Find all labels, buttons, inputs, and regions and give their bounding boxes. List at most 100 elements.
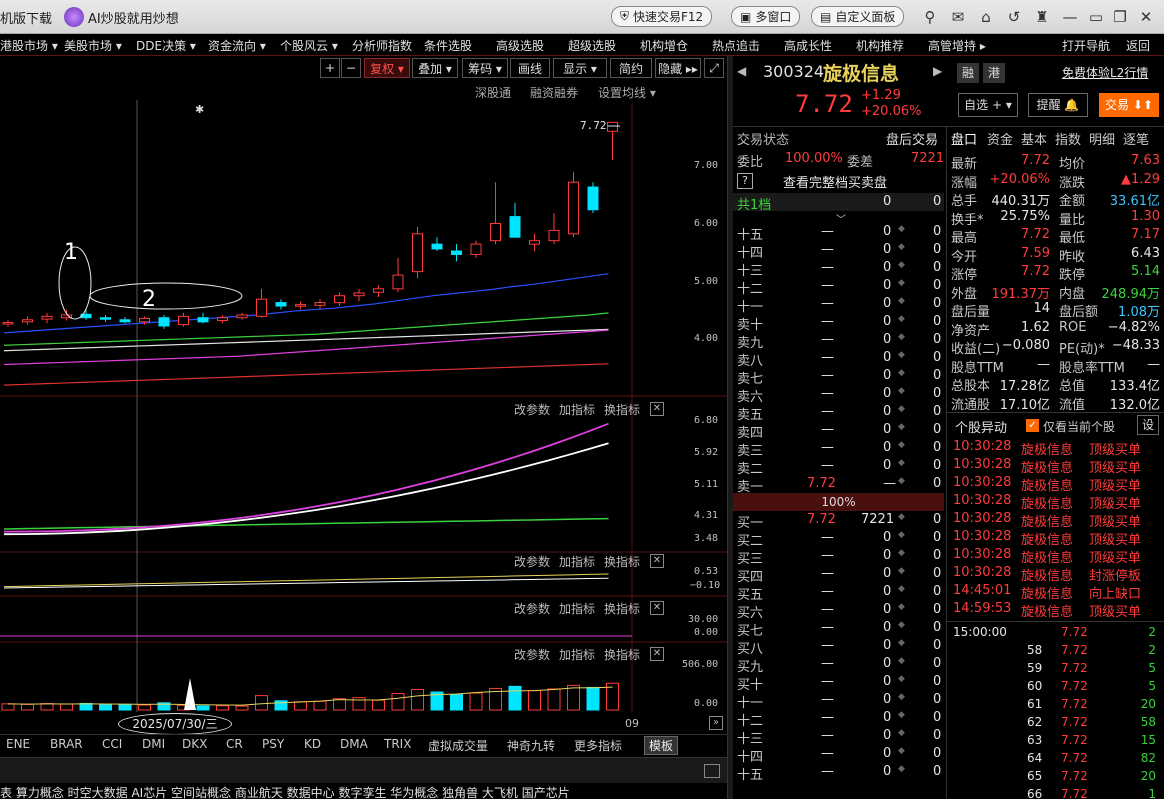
- refresh-icon[interactable]: ↺: [1004, 7, 1024, 27]
- chips-dropdown[interactable]: 筹码 ▾: [462, 58, 508, 78]
- menu-item[interactable]: 美股市场 ▾: [64, 37, 122, 54]
- order-level-row[interactable]: 买七 —0 0 ◆: [733, 619, 944, 639]
- event-row[interactable]: 10:30:28 旋极信息 封涨停板: [949, 565, 1160, 584]
- order-level-row[interactable]: 卖八 —0 0 ◆: [733, 349, 944, 369]
- tab-virtual-volume[interactable]: 虚拟成交量: [428, 737, 488, 754]
- order-level-row[interactable]: 买九 —0 0 ◆: [733, 655, 944, 675]
- help-icon[interactable]: ?: [737, 173, 753, 189]
- order-level-row[interactable]: 卖五 —0 0 ◆: [733, 403, 944, 423]
- fuquan-dropdown[interactable]: 复权 ▾: [364, 58, 410, 78]
- event-row[interactable]: 10:30:28 旋极信息 顶级买单: [949, 547, 1160, 566]
- quick-trade-button[interactable]: ⛨ 快速交易F12: [611, 6, 713, 27]
- tab-ene[interactable]: ENE: [6, 737, 30, 751]
- order-level-row[interactable]: 十四 —0 0 ◆: [733, 241, 944, 261]
- order-level-row[interactable]: 十五 —0 0 ◆: [733, 763, 944, 783]
- l2-link[interactable]: 免费体验L2行情: [1062, 64, 1148, 81]
- close-indicator-icon[interactable]: ✕: [650, 647, 664, 661]
- remind-button[interactable]: 提醒 🔔: [1028, 93, 1088, 117]
- draw-line-button[interactable]: 画线: [510, 58, 550, 78]
- minimize-icon[interactable]: —: [1060, 7, 1080, 27]
- menu-item[interactable]: 条件选股: [424, 37, 472, 54]
- open-nav-link[interactable]: 打开导航: [1062, 37, 1110, 54]
- simple-button[interactable]: 简约: [610, 58, 652, 78]
- zoom-out-button[interactable]: −: [341, 58, 361, 78]
- tab-trix[interactable]: TRIX: [384, 737, 411, 751]
- tab-tick[interactable]: 逐笔: [1123, 129, 1149, 148]
- back-link[interactable]: 返回: [1126, 37, 1150, 54]
- event-row[interactable]: 14:59:53 旋极信息 顶级买单: [949, 601, 1160, 620]
- event-row[interactable]: 10:30:28 旋极信息 顶级买单: [949, 439, 1160, 458]
- trade-button[interactable]: 交易 ⬇⬆: [1099, 93, 1159, 117]
- menu-item[interactable]: 机构推荐: [856, 37, 904, 54]
- keyboard-icon[interactable]: [704, 764, 720, 778]
- menu-item[interactable]: 分析师指数: [352, 37, 412, 54]
- download-link[interactable]: 机版下载: [0, 8, 52, 27]
- order-level-row[interactable]: 卖三 —0 0 ◆: [733, 439, 944, 459]
- switch-indicator-link[interactable]: 换指标: [604, 600, 640, 617]
- order-level-row[interactable]: 买一 7.72 7221 0 ◆: [733, 511, 944, 531]
- order-level-row[interactable]: 买十 —0 0 ◆: [733, 673, 944, 693]
- tab-dmi[interactable]: DMI: [142, 737, 165, 751]
- tab-index[interactable]: 指数: [1055, 129, 1081, 148]
- order-level-row[interactable]: 十四 —0 0 ◆: [733, 745, 944, 765]
- tab-pankou[interactable]: 盘口: [951, 129, 977, 148]
- tab-dkx[interactable]: DKX: [182, 737, 207, 751]
- order-level-row[interactable]: 买四 —0 0 ◆: [733, 565, 944, 585]
- menu-item[interactable]: 高管增持 ▸: [928, 37, 986, 54]
- add-indicator-link[interactable]: 加指标: [559, 401, 595, 418]
- order-level-row[interactable]: 十三 —0 0 ◆: [733, 727, 944, 747]
- order-level-row[interactable]: 卖一 7.72—0 ◆: [733, 475, 944, 495]
- tab-brar[interactable]: BRAR: [50, 737, 83, 751]
- modify-params-link[interactable]: 改参数: [514, 646, 550, 663]
- ai-slogan-link[interactable]: AI炒股就用炒想: [88, 8, 179, 27]
- order-level-row[interactable]: 十一 —0 0 ◆: [733, 295, 944, 315]
- event-row[interactable]: 14:45:01 旋极信息 向上缺口: [949, 583, 1160, 602]
- tab-dma[interactable]: DMA: [340, 737, 368, 751]
- display-dropdown[interactable]: 显示 ▾: [553, 58, 607, 78]
- menu-item[interactable]: 机构增仓: [640, 37, 688, 54]
- watchlist-button[interactable]: 自选 + ▾: [958, 93, 1018, 117]
- event-row[interactable]: 10:30:28 旋极信息 顶级买单: [949, 475, 1160, 494]
- modify-params-link[interactable]: 改参数: [514, 600, 550, 617]
- modify-params-link[interactable]: 改参数: [514, 553, 550, 570]
- add-indicator-link[interactable]: 加指标: [559, 646, 595, 663]
- modify-params-link[interactable]: 改参数: [514, 401, 550, 418]
- full-level-link[interactable]: 查看完整档买卖盘: [783, 172, 887, 191]
- tab-template[interactable]: 模板: [644, 736, 679, 755]
- order-level-row[interactable]: 十二 —0 0 ◆: [733, 709, 944, 729]
- event-row[interactable]: 10:30:28 旋极信息 顶级买单: [949, 529, 1160, 548]
- order-level-row[interactable]: 卖四 —0 0 ◆: [733, 421, 944, 441]
- events-settings-button[interactable]: 设: [1137, 415, 1159, 435]
- close-indicator-icon[interactable]: ✕: [650, 601, 664, 615]
- menu-item[interactable]: 港股市场 ▾: [0, 37, 58, 54]
- ticker-tape[interactable]: 表 算力概念 时空大数据 AI芯片 空间站概念 商业航天 数据中心 数字孪生 华…: [0, 784, 733, 799]
- tab-kd[interactable]: KD: [304, 737, 321, 751]
- mail-icon[interactable]: ✉: [948, 7, 968, 27]
- order-level-row[interactable]: 卖六 —0 0 ◆: [733, 385, 944, 405]
- menu-item[interactable]: 热点追击: [712, 37, 760, 54]
- tab-cci[interactable]: CCI: [102, 737, 122, 751]
- order-level-row[interactable]: 十五 —0 0 ◆: [733, 223, 944, 243]
- order-level-row[interactable]: 卖十 —0 0 ◆: [733, 313, 944, 333]
- home-icon[interactable]: ⌂: [976, 7, 996, 27]
- switch-indicator-link[interactable]: 换指标: [604, 553, 640, 570]
- menu-item[interactable]: DDE决策 ▾: [136, 37, 196, 54]
- scroll-right-icon[interactable]: »: [709, 716, 723, 730]
- switch-indicator-link[interactable]: 换指标: [604, 646, 640, 663]
- menu-item[interactable]: 超级选股: [568, 37, 616, 54]
- order-level-row[interactable]: 十二 —0 0 ◆: [733, 277, 944, 297]
- hide-button[interactable]: 隐藏 ▸▸: [655, 58, 701, 78]
- menu-item[interactable]: 个股风云 ▾: [280, 37, 338, 54]
- close-icon[interactable]: ✕: [1136, 7, 1156, 27]
- add-indicator-link[interactable]: 加指标: [559, 553, 595, 570]
- menu-item[interactable]: 高级选股: [496, 37, 544, 54]
- overlay-dropdown[interactable]: 叠加 ▾: [412, 58, 458, 78]
- shirt-icon[interactable]: ♜: [1032, 7, 1052, 27]
- custom-panel-button[interactable]: ▤ 自定义面板: [811, 6, 905, 27]
- tab-cr[interactable]: CR: [226, 737, 243, 751]
- menu-item[interactable]: 高成长性: [784, 37, 832, 54]
- multi-window-button[interactable]: ▣ 多窗口: [731, 6, 801, 27]
- restore-icon[interactable]: ▭: [1086, 7, 1106, 27]
- close-indicator-icon[interactable]: ✕: [650, 402, 664, 416]
- tab-more-indicators[interactable]: 更多指标: [574, 737, 622, 754]
